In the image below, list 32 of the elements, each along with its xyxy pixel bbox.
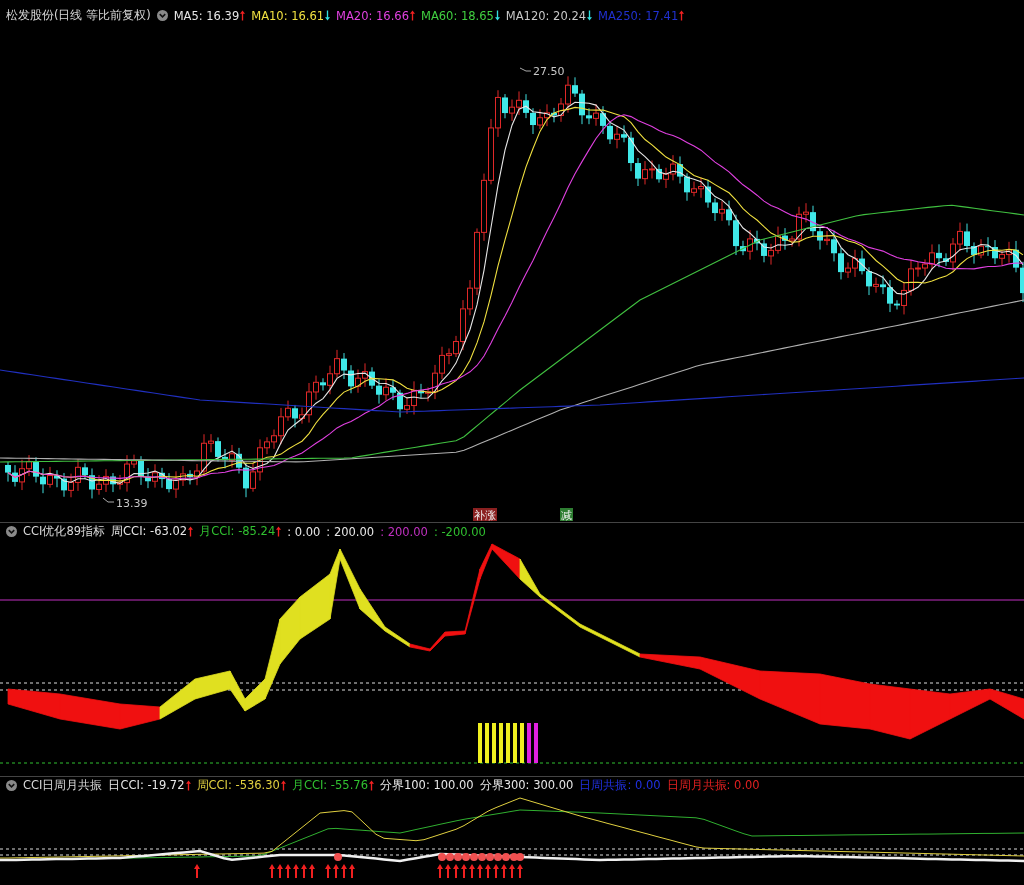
indicator-value: : -200.00 — [433, 524, 486, 539]
indicator-value: MA20: 16.66 — [336, 8, 409, 23]
indicator-value: MA120: 20.24 — [505, 8, 587, 23]
indicator-value: : 0.00 — [287, 524, 321, 539]
indicator-value: 月CCI: -55.76 — [291, 778, 368, 793]
stock-title: 松发股份(日线 等比前复权) — [6, 8, 151, 23]
leader-line — [519, 67, 532, 72]
collapse-icon[interactable] — [6, 526, 17, 537]
collapse-icon[interactable] — [156, 10, 168, 21]
signal-badge: 减 — [560, 508, 573, 521]
indicator-value: 日周月共振: 0.00 — [666, 778, 760, 793]
indicator-value: MA60: 18.65 — [420, 8, 494, 23]
indicator-value: 分界100: 100.00 — [379, 778, 474, 793]
price-label: 13.39 — [116, 497, 148, 510]
indicator-value: 周CCI: -63.02 — [111, 524, 188, 539]
collapse-icon[interactable] — [6, 780, 17, 791]
indicator-value: : 200.00 — [380, 524, 428, 539]
indicator-title: CCI优化89指标 — [23, 524, 106, 539]
leader-line — [102, 497, 115, 503]
indicator-value: MA250: 17.41 — [598, 8, 679, 23]
indicator-value: MA10: 16.61 — [251, 8, 325, 23]
indicator-value: MA5: 16.39 — [173, 8, 240, 23]
signal-bars-drawing — [478, 723, 538, 763]
indicator-value: 月CCI: -85.24 — [199, 524, 276, 539]
price-label: 27.50 — [533, 65, 565, 78]
indicator-value: 日周共振: 0.00 — [579, 778, 661, 793]
indicator-value: 周CCI: -536.30 — [196, 778, 280, 793]
indicator-value: : 200.00 — [326, 524, 375, 539]
indicator-value: 日CCI: -19.72 — [108, 778, 185, 793]
signal-badge: 补涨 — [473, 508, 497, 521]
indicator-title: CCI日周月共振 — [23, 778, 103, 793]
indicator-value: 分界300: 300.00 — [479, 778, 574, 793]
